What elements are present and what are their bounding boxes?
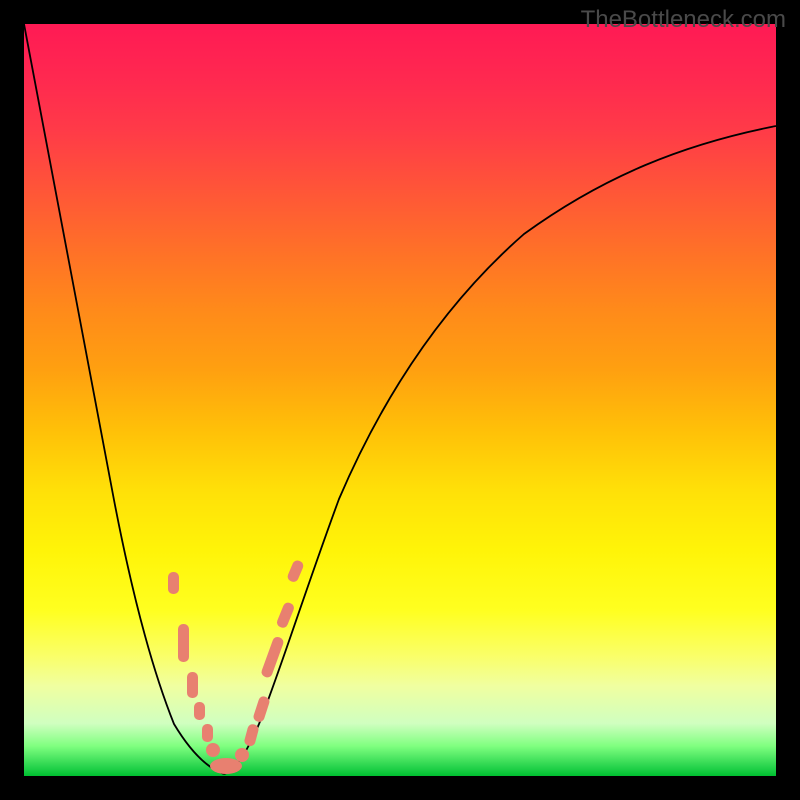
- data-marker: [206, 743, 220, 757]
- left-curve: [24, 24, 224, 774]
- data-marker: [187, 672, 198, 698]
- watermark-text: TheBottleneck.com: [581, 6, 786, 34]
- data-marker: [275, 601, 295, 629]
- right-curve: [224, 126, 776, 774]
- data-marker: [260, 636, 285, 679]
- curve-group: [24, 24, 776, 774]
- data-marker: [286, 559, 305, 584]
- chart-svg: [24, 24, 776, 776]
- marker-group: [168, 559, 305, 774]
- data-marker: [210, 758, 242, 774]
- data-marker: [194, 702, 205, 720]
- chart-plot-area: [24, 24, 776, 776]
- data-marker: [202, 724, 213, 742]
- data-marker: [235, 748, 249, 762]
- data-marker: [168, 572, 179, 594]
- data-marker: [178, 624, 189, 662]
- data-marker: [252, 695, 270, 723]
- data-marker: [243, 723, 259, 747]
